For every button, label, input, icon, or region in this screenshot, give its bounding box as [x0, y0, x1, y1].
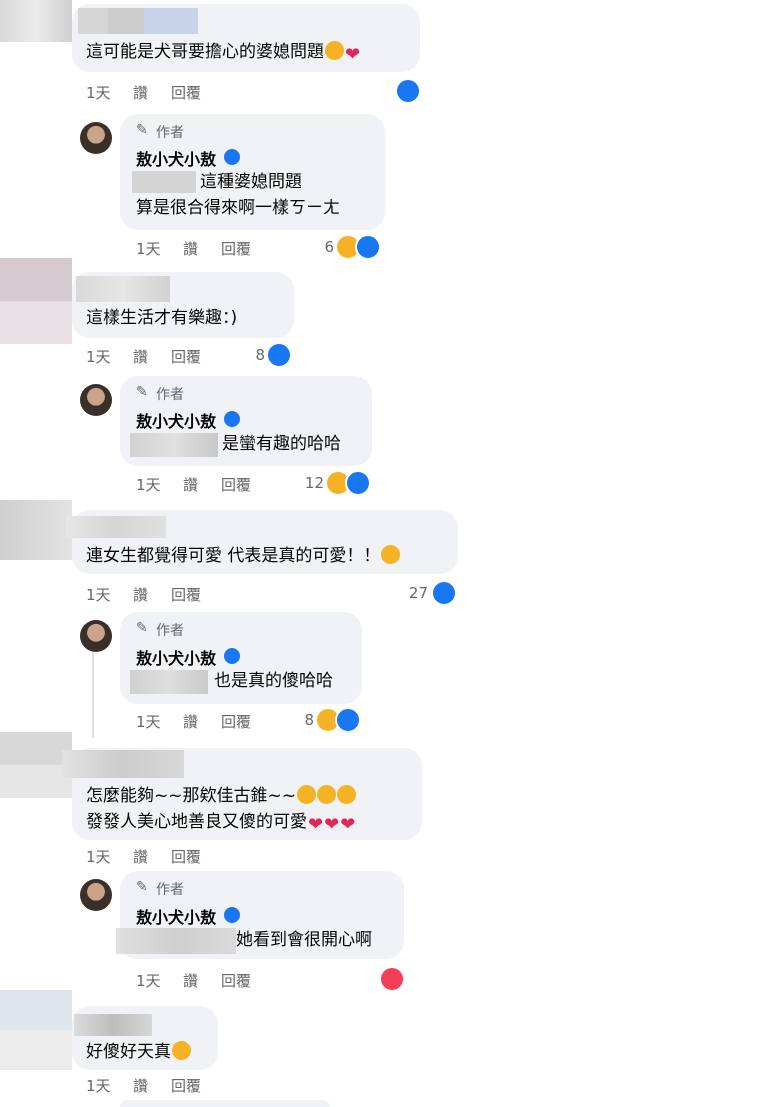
reply-link[interactable]: 回覆: [221, 970, 251, 991]
reaction-count[interactable]: 6: [304, 238, 334, 256]
author-badge: 作者: [156, 387, 184, 403]
heart-eyes-emoji-icon: [316, 785, 336, 804]
thread-line: [92, 650, 94, 738]
next-reply-bubble-partial: [120, 1100, 330, 1107]
comment-text: 連女生都覺得可愛 代表是真的可愛！！: [86, 542, 404, 568]
author-avatar[interactable]: [80, 879, 112, 911]
like-link[interactable]: 讚: [133, 584, 148, 605]
author-name[interactable]: 敖小犬小敖: [136, 904, 216, 928]
comment-text-line: 怎麼能夠~~那欸佳古錐~~: [86, 784, 356, 808]
commenter-avatar[interactable]: [0, 258, 72, 344]
reaction-count[interactable]: 8: [235, 346, 265, 364]
reply-link[interactable]: 回覆: [221, 711, 251, 732]
commenter-avatar[interactable]: [0, 990, 72, 1070]
like-reaction-icon[interactable]: [395, 78, 421, 104]
reply-text-line: 也是真的傻哈哈: [214, 671, 333, 691]
reply-link[interactable]: 回覆: [221, 238, 251, 259]
reply-text-line: 她看到會很開心啊: [236, 930, 372, 950]
author-name[interactable]: 敖小犬小敖: [136, 645, 216, 669]
commenter-avatar[interactable]: [0, 500, 72, 560]
commenter-name-blurred[interactable]: [78, 8, 198, 34]
heart-eyes-emoji-icon: [336, 785, 356, 804]
like-link[interactable]: 讚: [183, 970, 198, 991]
like-link[interactable]: 讚: [183, 711, 198, 732]
reply-text-line: 是蠻有趣的哈哈: [222, 434, 341, 454]
reply-time[interactable]: 1天: [136, 474, 161, 495]
reply-link[interactable]: 回覆: [171, 846, 201, 867]
commenter-name-blurred[interactable]: [62, 750, 184, 778]
rolling-laughing-emoji-icon: [378, 542, 404, 567]
reply-text-line: 這種婆媳問題: [200, 172, 302, 192]
comment-text: 這樣生活才有樂趣：): [86, 308, 238, 328]
like-link[interactable]: 讚: [183, 474, 198, 495]
author-avatar[interactable]: [80, 122, 112, 154]
reply-link[interactable]: 回覆: [171, 82, 201, 103]
like-reaction-icon[interactable]: [266, 342, 292, 368]
love-reaction-icon[interactable]: [379, 966, 405, 992]
heart-emoji-icon: ❤: [308, 814, 324, 835]
reply-link[interactable]: 回覆: [171, 1075, 201, 1096]
like-reaction-icon[interactable]: [335, 707, 361, 733]
pencil-icon: ✎: [136, 384, 148, 400]
reply-text-line: 算是很合得來啊一樣ㄎㄧㄤ: [136, 198, 340, 218]
comment-text: 好傻好天真: [86, 1038, 194, 1064]
verified-badge-icon: [224, 907, 240, 923]
author-badge: 作者: [156, 125, 184, 141]
laughing-emoji-icon: [325, 41, 344, 60]
like-link[interactable]: 讚: [133, 82, 148, 103]
mentioned-name-blurred[interactable]: [130, 433, 218, 457]
comment-text: 這可能是犬哥要擔心的婆媳問題 ❤: [86, 41, 361, 65]
like-reaction-icon[interactable]: [345, 470, 371, 496]
heart-eyes-emoji-icon: [296, 785, 316, 804]
like-link[interactable]: 讚: [133, 1075, 148, 1096]
commenter-name-blurred[interactable]: [74, 1014, 152, 1036]
author-badge: 作者: [156, 623, 184, 639]
commenter-name-blurred[interactable]: [66, 516, 166, 538]
mentioned-name-blurred[interactable]: [132, 171, 196, 193]
verified-badge-icon: [224, 149, 240, 165]
heart-emoji-icon: ❤: [340, 814, 356, 835]
pencil-icon: ✎: [136, 879, 148, 895]
author-avatar[interactable]: [80, 384, 112, 416]
like-reaction-icon[interactable]: [431, 580, 457, 606]
author-avatar[interactable]: [80, 620, 112, 652]
verified-badge-icon: [224, 648, 240, 664]
author-name[interactable]: 敖小犬小敖: [136, 146, 216, 170]
mentioned-name-blurred[interactable]: [130, 670, 208, 694]
like-reaction-icon[interactable]: [355, 234, 381, 260]
reply-time[interactable]: 1天: [136, 238, 161, 259]
reply-link[interactable]: 回覆: [171, 584, 201, 605]
pencil-icon: ✎: [136, 122, 148, 138]
author-name[interactable]: 敖小犬小敖: [136, 408, 216, 432]
heart-emoji-icon: ❤: [324, 814, 340, 835]
comment-time[interactable]: 1天: [86, 1075, 111, 1096]
like-link[interactable]: 讚: [183, 238, 198, 259]
reaction-count[interactable]: 12: [294, 474, 324, 492]
comment-time[interactable]: 1天: [86, 346, 111, 367]
comment-time[interactable]: 1天: [86, 846, 111, 867]
comment-text-line: 發發人美心地善良又傻的可愛❤❤❤: [86, 812, 356, 835]
reply-time[interactable]: 1天: [136, 970, 161, 991]
reply-link[interactable]: 回覆: [171, 346, 201, 367]
reaction-count[interactable]: 27: [398, 584, 428, 602]
reply-time[interactable]: 1天: [136, 711, 161, 732]
pencil-icon: ✎: [136, 620, 148, 636]
rolling-laughing-emoji-icon: [169, 1038, 194, 1063]
reply-link[interactable]: 回覆: [221, 474, 251, 495]
heart-emoji-icon: ❤: [345, 44, 361, 65]
verified-badge-icon: [224, 411, 240, 427]
like-link[interactable]: 讚: [133, 346, 148, 367]
reaction-count[interactable]: 8: [284, 711, 314, 729]
commenter-avatar[interactable]: [0, 0, 72, 42]
comment-time[interactable]: 1天: [86, 82, 111, 103]
commenter-name-blurred[interactable]: [76, 276, 170, 302]
author-badge: 作者: [156, 882, 184, 898]
comment-time[interactable]: 1天: [86, 584, 111, 605]
mentioned-name-blurred[interactable]: [116, 928, 236, 954]
like-link[interactable]: 讚: [133, 846, 148, 867]
